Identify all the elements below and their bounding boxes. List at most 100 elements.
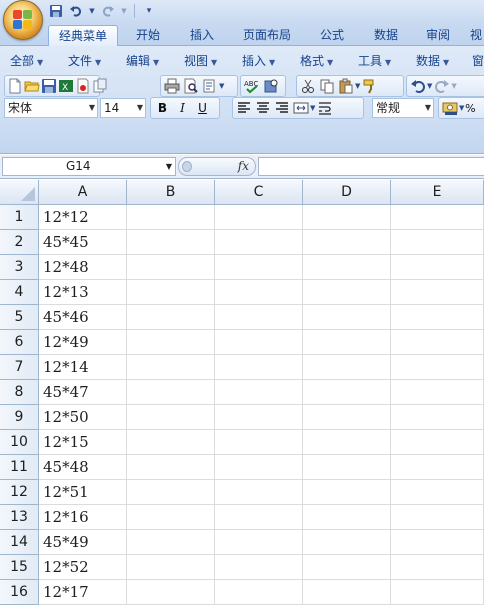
bold-button[interactable]: B [153,99,172,117]
cell-b8[interactable] [127,380,215,405]
cell-d4[interactable] [303,280,391,305]
cell-d1[interactable] [303,205,391,230]
cell-e14[interactable] [391,530,484,555]
cell-b10[interactable] [127,430,215,455]
menu-edit[interactable]: 编辑 ▼ [126,50,159,72]
chevron-down-icon[interactable]: ▼ [427,82,432,90]
row-header[interactable]: 13 [0,505,39,530]
paste-icon[interactable] [337,77,355,95]
menu-insert[interactable]: 插入 ▼ [242,50,275,72]
cell-b7[interactable] [127,355,215,380]
cell-c13[interactable] [215,505,303,530]
align-center-icon[interactable] [254,99,272,117]
tab-view[interactable]: 视 [470,25,484,46]
print-preview-icon[interactable] [182,77,200,95]
save-icon[interactable] [41,77,57,95]
tab-formulas[interactable]: 公式 [312,25,352,46]
cell-d3[interactable] [303,255,391,280]
cell-a14[interactable]: 45*49 [39,530,127,555]
chevron-down-icon[interactable]: ▼ [120,3,128,19]
cell-b5[interactable] [127,305,215,330]
cell-c3[interactable] [215,255,303,280]
cell-e12[interactable] [391,480,484,505]
row-header[interactable]: 10 [0,430,39,455]
cell-d5[interactable] [303,305,391,330]
chevron-down-icon[interactable]: ▼ [166,158,172,175]
cell-a8[interactable]: 45*47 [39,380,127,405]
cell-c16[interactable] [215,580,303,605]
menu-data[interactable]: 数据 ▼ [416,50,449,72]
cell-d16[interactable] [303,580,391,605]
column-header-d[interactable]: D [303,180,391,205]
format-painter-icon[interactable] [361,77,379,95]
cell-b15[interactable] [127,555,215,580]
cell-c7[interactable] [215,355,303,380]
row-header[interactable]: 7 [0,355,39,380]
cell-c15[interactable] [215,555,303,580]
column-header-a[interactable]: A [39,180,127,205]
cell-a3[interactable]: 12*48 [39,255,127,280]
column-header-e[interactable]: E [391,180,484,205]
cell-e10[interactable] [391,430,484,455]
row-header[interactable]: 9 [0,405,39,430]
tab-data[interactable]: 数据 [366,25,406,46]
cell-c14[interactable] [215,530,303,555]
chevron-down-icon[interactable]: ▼ [89,99,95,117]
spelling-icon[interactable]: ABC [243,77,261,95]
row-header[interactable]: 12 [0,480,39,505]
chevron-down-icon[interactable]: ▼ [137,99,143,117]
menu-tools[interactable]: 工具 ▼ [358,50,391,72]
cell-c6[interactable] [215,330,303,355]
underline-button[interactable]: U [193,99,212,117]
cell-b1[interactable] [127,205,215,230]
font-size-combo[interactable]: 14 ▼ [100,98,146,118]
menu-view[interactable]: 视图 ▼ [184,50,217,72]
chevron-down-icon[interactable]: ▼ [88,3,96,19]
number-format-combo[interactable]: 常规 ▼ [372,98,434,118]
chevron-down-icon[interactable]: ▼ [451,82,456,90]
cell-a15[interactable]: 12*52 [39,555,127,580]
cell-e9[interactable] [391,405,484,430]
cell-a9[interactable]: 12*50 [39,405,127,430]
insert-function-button[interactable]: fx [238,159,249,173]
cell-e7[interactable] [391,355,484,380]
cell-c10[interactable] [215,430,303,455]
cell-a11[interactable]: 45*48 [39,455,127,480]
chevron-down-icon[interactable]: ▼ [355,82,360,90]
cell-b3[interactable] [127,255,215,280]
cell-d2[interactable] [303,230,391,255]
row-header[interactable]: 3 [0,255,39,280]
row-header[interactable]: 8 [0,380,39,405]
cell-d11[interactable] [303,455,391,480]
tab-classic-menu[interactable]: 经典菜单 [48,25,118,46]
cell-b14[interactable] [127,530,215,555]
align-left-icon[interactable] [235,99,253,117]
chevron-down-icon[interactable]: ▼ [459,104,464,112]
cell-e15[interactable] [391,555,484,580]
research-book-icon[interactable] [262,77,280,95]
cell-d9[interactable] [303,405,391,430]
cell-d15[interactable] [303,555,391,580]
chevron-down-icon[interactable]: ▼ [425,99,431,117]
cell-a13[interactable]: 12*16 [39,505,127,530]
cell-e1[interactable] [391,205,484,230]
row-header[interactable]: 14 [0,530,39,555]
menu-format[interactable]: 格式 ▼ [300,50,333,72]
cell-c11[interactable] [215,455,303,480]
percent-button[interactable]: % [465,99,475,117]
row-header[interactable]: 11 [0,455,39,480]
cell-c9[interactable] [215,405,303,430]
row-header[interactable]: 1 [0,205,39,230]
research-icon[interactable] [201,77,219,95]
cell-b11[interactable] [127,455,215,480]
cell-b13[interactable] [127,505,215,530]
cell-e2[interactable] [391,230,484,255]
font-name-combo[interactable]: 宋体 ▼ [4,98,98,118]
cell-e13[interactable] [391,505,484,530]
chevron-down-icon[interactable]: ▼ [219,82,224,90]
copy-icon[interactable] [318,77,336,95]
select-all-button[interactable] [0,180,39,205]
save-icon[interactable] [48,3,64,19]
cell-b6[interactable] [127,330,215,355]
cell-a16[interactable]: 12*17 [39,580,127,605]
